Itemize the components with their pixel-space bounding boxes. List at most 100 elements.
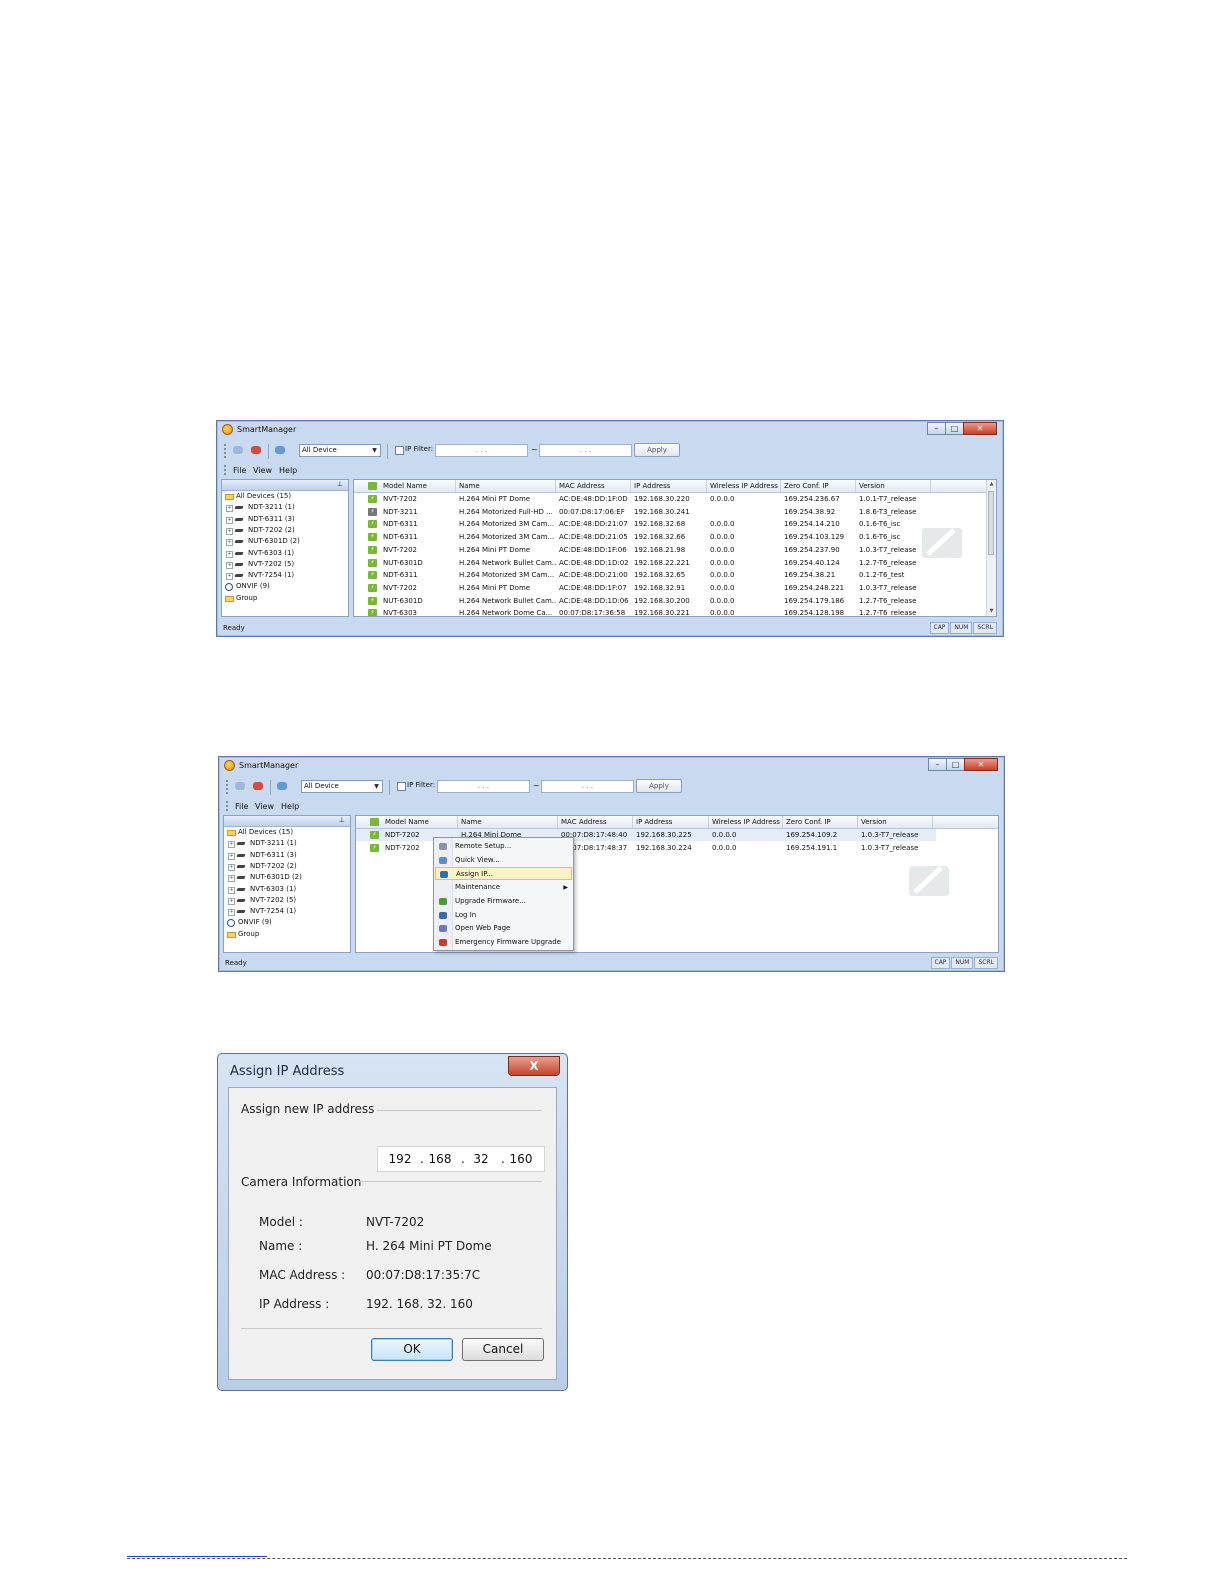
search-devices-button[interactable] xyxy=(233,779,249,793)
device-row[interactable]: ⚡ NUT-6301D H.264 Network Bullet Cam... AC:… xyxy=(354,557,934,569)
column-header-name[interactable]: Name xyxy=(458,816,558,828)
ip-filter-end-input[interactable]: . . . xyxy=(539,444,632,457)
globe-icon xyxy=(440,871,448,879)
device-row[interactable]: ⚡ NVT-7202 H.264 Mini PT Dome AC:DE:48:DD:1… xyxy=(354,544,934,556)
menu-file[interactable]: File xyxy=(233,466,246,475)
column-header-version[interactable]: Version xyxy=(858,816,933,828)
title-bar[interactable]: SmartManager – □ ✕ xyxy=(219,757,1004,775)
status-column-icon[interactable] xyxy=(368,482,377,490)
ip-address-input[interactable]: 192 . 168 . 32 . 160 xyxy=(377,1146,545,1172)
ip-octet-4[interactable]: 160 xyxy=(507,1152,535,1166)
scroll-up-icon[interactable]: ▲ xyxy=(987,480,996,489)
context-item-quick-view[interactable]: Quick View... xyxy=(435,854,572,867)
stop-search-button[interactable] xyxy=(249,443,265,457)
menu-help[interactable]: Help xyxy=(281,802,299,811)
device-row[interactable]: ⚡ NDT-6311 H.264 Motorized 3M Cam... AC:DE:… xyxy=(354,569,934,581)
toolbar-grip[interactable] xyxy=(226,780,230,794)
status-column-icon[interactable] xyxy=(370,818,379,826)
column-header-zero-conf-ip[interactable]: Zero Conf. IP xyxy=(781,480,856,492)
search-devices-button[interactable] xyxy=(231,443,247,457)
column-header-mac-address[interactable]: MAC Address xyxy=(556,480,631,492)
pin-icon[interactable]: ⊥ xyxy=(337,480,343,488)
expand-icon[interactable]: + xyxy=(228,886,235,894)
expand-icon[interactable]: + xyxy=(226,561,233,569)
vertical-scrollbar[interactable]: ▲ ▼ xyxy=(986,480,996,616)
minimize-button[interactable]: – xyxy=(928,758,947,771)
column-header-ip-address[interactable]: IP Address xyxy=(631,480,707,492)
context-item-emergency-firmware-upgrade[interactable]: Emergency Firmware Upgrade xyxy=(435,936,572,949)
context-item-upgrade-firmware[interactable]: Upgrade Firmware... xyxy=(435,895,572,908)
tools-watermark-icon xyxy=(909,866,949,896)
cancel-button[interactable]: Cancel xyxy=(462,1338,544,1361)
device-filter-select[interactable]: All Device ▼ xyxy=(299,444,381,457)
ip-filter-checkbox[interactable] xyxy=(397,782,406,791)
scroll-down-icon[interactable]: ▼ xyxy=(987,607,996,616)
column-header-version[interactable]: Version xyxy=(856,480,931,492)
device-row[interactable]: ⚡ NUT-6301D H.264 Network Bullet Cam... AC:… xyxy=(354,595,934,607)
ip-filter-start-input[interactable]: . . . xyxy=(435,444,528,457)
ip-filter-end-input[interactable]: . . . xyxy=(541,780,634,793)
cell-mac-address: AC:DE:48:DD:1F:06 xyxy=(559,545,627,554)
device-row[interactable]: ⚡ NVT-6303 H.264 Network Dome Ca... 00:07:D… xyxy=(354,607,934,616)
expand-icon[interactable]: + xyxy=(226,573,233,581)
column-header-model-name[interactable]: Model Name xyxy=(382,816,458,828)
ip-octet-2[interactable]: 168 xyxy=(426,1152,454,1166)
expand-icon[interactable]: + xyxy=(228,841,235,849)
pin-icon[interactable]: ⊥ xyxy=(339,816,345,824)
context-item-maintenance[interactable]: Maintenance ▶ xyxy=(435,881,572,894)
column-header-zero-conf-ip[interactable]: Zero Conf. IP xyxy=(783,816,858,828)
close-button[interactable]: ✕ xyxy=(964,758,998,771)
column-header-ip-address[interactable]: IP Address xyxy=(633,816,709,828)
column-header-mac-address[interactable]: MAC Address xyxy=(558,816,633,828)
maximize-button[interactable]: □ xyxy=(946,758,965,771)
device-filter-select[interactable]: All Device ▼ xyxy=(301,780,383,793)
expand-icon[interactable]: + xyxy=(228,897,235,905)
ip-octet-1[interactable]: 192 xyxy=(386,1152,414,1166)
expand-icon[interactable]: + xyxy=(228,863,235,871)
ok-button[interactable]: OK xyxy=(371,1338,453,1361)
toolbar-grip[interactable] xyxy=(224,444,228,458)
expand-icon[interactable]: + xyxy=(226,527,233,535)
device-row[interactable]: ⚡ NVT-7202 H.264 Mini PT Dome AC:DE:48:DD:1… xyxy=(354,493,934,505)
apply-button[interactable]: Apply xyxy=(634,443,680,457)
menu-file[interactable]: File xyxy=(235,802,248,811)
expand-icon[interactable]: + xyxy=(228,909,235,917)
apply-button[interactable]: Apply xyxy=(636,779,682,793)
menu-view[interactable]: View xyxy=(253,466,272,475)
device-row[interactable]: ⚡ NDT-3211 H.264 Motorized Full-HD ... 00:0… xyxy=(354,506,934,518)
column-header-model-name[interactable]: Model Name xyxy=(380,480,456,492)
column-header-wireless-ip-address[interactable]: Wireless IP Address xyxy=(707,480,781,492)
menu-view[interactable]: View xyxy=(255,802,274,811)
menu-grip[interactable] xyxy=(224,465,228,475)
scroll-thumb[interactable] xyxy=(988,491,994,555)
stop-search-button[interactable] xyxy=(251,779,267,793)
device-row[interactable]: ⚡ NDT-6311 H.264 Motorized 3M Cam... AC:DE:… xyxy=(354,518,934,530)
menu-help[interactable]: Help xyxy=(279,466,297,475)
refresh-button[interactable] xyxy=(275,779,291,793)
expand-icon[interactable]: + xyxy=(226,505,233,513)
title-bar[interactable]: SmartManager – □ ✕ xyxy=(217,421,1003,439)
context-item-open-web-page[interactable]: Open Web Page xyxy=(435,922,572,935)
device-row[interactable]: ⚡ NVT-7202 H.264 Mini PT Dome AC:DE:48:DD:1… xyxy=(354,582,934,594)
close-button[interactable]: ✕ xyxy=(963,422,997,435)
minimize-button[interactable]: – xyxy=(927,422,946,435)
column-header-wireless-ip-address[interactable]: Wireless IP Address xyxy=(709,816,783,828)
expand-icon[interactable]: + xyxy=(226,539,233,547)
expand-icon[interactable]: + xyxy=(228,852,235,860)
ip-octet-3[interactable]: 32 xyxy=(467,1152,495,1166)
ip-filter-start-input[interactable]: . . . xyxy=(437,780,530,793)
expand-icon[interactable]: + xyxy=(226,516,233,524)
column-header-name[interactable]: Name xyxy=(456,480,556,492)
menu-grip[interactable] xyxy=(226,801,230,811)
refresh-button[interactable] xyxy=(273,443,289,457)
device-status-icon: ⚡ xyxy=(370,843,379,852)
context-item-assign-ip[interactable]: Assign IP... xyxy=(435,867,572,881)
expand-icon[interactable]: + xyxy=(228,875,235,883)
ip-filter-checkbox[interactable] xyxy=(395,446,404,455)
dialog-close-button[interactable]: X xyxy=(508,1056,560,1076)
maximize-button[interactable]: □ xyxy=(945,422,964,435)
device-row[interactable]: ⚡ NDT-6311 H.264 Motorized 3M Cam... AC:DE:… xyxy=(354,531,934,543)
context-item-log-in[interactable]: Log In xyxy=(435,909,572,922)
expand-icon[interactable]: + xyxy=(226,550,233,558)
context-item-remote-setup[interactable]: Remote Setup... xyxy=(435,840,572,853)
